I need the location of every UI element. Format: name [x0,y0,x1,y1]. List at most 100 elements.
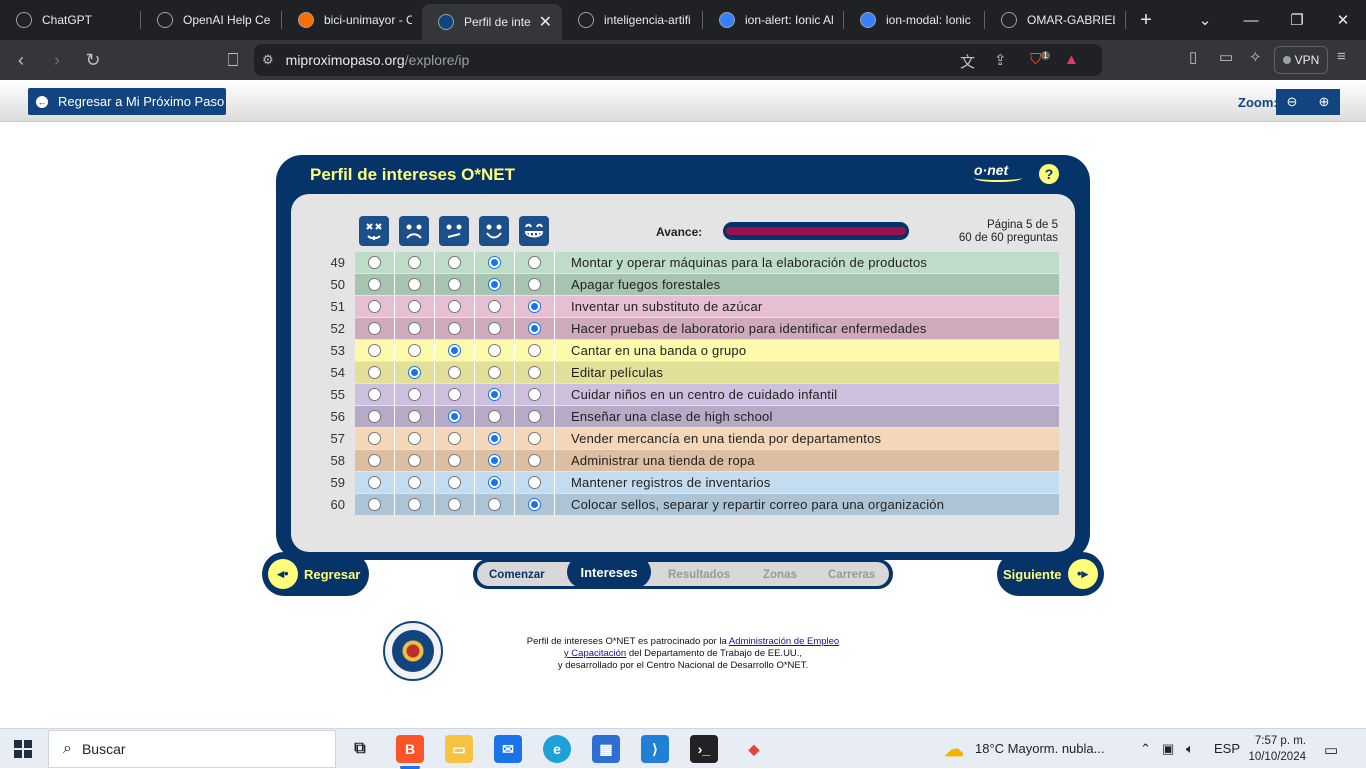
translate-icon[interactable]: 文 [960,51,975,72]
brave-rewards-icon[interactable]: ▲ [1064,51,1079,68]
answer-radio-2[interactable] [408,321,421,335]
browser-tab[interactable]: ion-alert: Ionic Al [703,0,843,40]
browser-tab[interactable]: inteligencia-artifi [562,0,702,40]
system-clock[interactable]: 7:57 p. m. 10/10/2024 [1248,733,1306,765]
answer-radio-1[interactable] [368,343,381,357]
answer-radio-5[interactable] [528,431,541,445]
browser-tab[interactable]: Perfil de inte ✕ [422,4,562,40]
help-button[interactable]: ? [1039,164,1059,184]
answer-radio-1[interactable] [368,321,381,335]
answer-radio-2[interactable] [408,277,421,291]
task-view-icon[interactable]: ⧉ [346,735,374,763]
forward-arrow-icon[interactable]: › [42,50,72,71]
answer-radio-5[interactable] [528,475,541,489]
answer-radio-5[interactable] [528,453,541,467]
terminal-icon[interactable]: ›_ [690,735,718,763]
answer-radio-3[interactable] [448,365,461,379]
answer-radio-1[interactable] [368,453,381,467]
leo-ai-icon[interactable]: ✧ [1249,48,1262,66]
eta-link-part2[interactable]: y Capacitación [564,648,626,659]
back-arrow-icon[interactable]: ‹ [6,50,36,71]
volume-muted-icon[interactable]: 🔈︎ [1186,741,1194,757]
file-explorer-icon[interactable]: ▭ [445,735,473,763]
answer-radio-4[interactable] [488,365,501,379]
browser-tab[interactable]: ion-modal: Ionic [844,0,984,40]
site-info-icon[interactable]: ⚙ [262,52,274,68]
store-icon[interactable]: ▦ [592,735,620,763]
answer-radio-3[interactable] [448,497,461,511]
answer-radio-2[interactable] [408,299,421,313]
answer-radio-4[interactable] [488,409,501,423]
answer-radio-3[interactable] [448,409,461,423]
answer-radio-3[interactable] [448,299,461,313]
answer-radio-2[interactable] [408,255,421,269]
answer-radio-1[interactable] [368,431,381,445]
answer-radio-3[interactable] [448,321,461,335]
bookmark-icon[interactable]: ⎕ [218,50,248,71]
answer-radio-3[interactable] [448,453,461,467]
answer-radio-1[interactable] [368,387,381,401]
back-to-mpp-button[interactable]: ← Regresar a Mi Próximo Paso [28,88,226,115]
answer-radio-4[interactable] [488,343,501,357]
answer-radio-4[interactable] [488,475,501,489]
answer-radio-4[interactable] [488,321,501,335]
restore-icon[interactable]: ❐ [1274,11,1320,29]
answer-radio-4[interactable] [488,431,501,445]
git-icon[interactable]: ◆ [740,735,768,763]
browser-tab[interactable]: OpenAI Help Cen [141,0,281,40]
answer-radio-1[interactable] [368,475,381,489]
answer-radio-3[interactable] [448,343,461,357]
wallet-icon[interactable]: ▭ [1219,48,1233,66]
brave-shields-icon[interactable]: ⛉ 1 [1030,51,1050,68]
answer-radio-2[interactable] [408,387,421,401]
answer-radio-5[interactable] [528,365,541,379]
answer-radio-4[interactable] [488,387,501,401]
brave-browser-icon[interactable]: B [396,735,424,763]
answer-radio-1[interactable] [368,299,381,313]
answer-radio-5[interactable] [528,277,541,291]
answer-radio-4[interactable] [488,299,501,313]
answer-radio-1[interactable] [368,255,381,269]
answer-radio-5[interactable] [528,255,541,269]
close-window-icon[interactable]: ✕ [1320,11,1366,29]
tab-search-icon[interactable]: ⌄ [1182,11,1228,29]
answer-radio-3[interactable] [448,387,461,401]
answer-radio-2[interactable] [408,431,421,445]
browser-tab[interactable]: bici-unimayor - C [282,0,422,40]
taskbar-search[interactable]: ⌕ Buscar [48,730,336,768]
browser-tab[interactable]: OMAR-GABRIEL/ [985,0,1125,40]
next-button[interactable]: Siguiente •▸ [997,552,1104,596]
answer-radio-2[interactable] [408,365,421,379]
answer-radio-4[interactable] [488,453,501,467]
vpn-button[interactable]: VPN [1274,46,1328,74]
answer-radio-3[interactable] [448,277,461,291]
answer-radio-2[interactable] [408,453,421,467]
eta-link-part1[interactable]: Administración de Empleo [729,636,839,647]
answer-radio-3[interactable] [448,255,461,269]
minimize-icon[interactable]: — [1228,12,1274,29]
tray-overflow-icon[interactable]: ⌃ [1140,741,1151,757]
sidebar-toggle-icon[interactable]: ▯ [1189,48,1197,66]
step-start[interactable]: Comenzar [489,569,545,581]
answer-radio-1[interactable] [368,365,381,379]
answer-radio-2[interactable] [408,475,421,489]
answer-radio-5[interactable] [528,321,541,335]
menu-icon[interactable]: ≡ [1337,48,1346,65]
answer-radio-1[interactable] [368,497,381,511]
weather-text[interactable]: 18°C Mayorm. nubla... [975,741,1104,756]
share-icon[interactable]: ⇪ [994,51,1007,69]
reload-icon[interactable]: ↻ [78,50,108,71]
address-bar[interactable]: ⚙ miproximopaso.org/explore/ip 文 ⇪ ⛉ 1 ▲ [254,44,1102,76]
answer-radio-2[interactable] [408,409,421,423]
network-icon[interactable]: ▣ [1162,741,1174,757]
browser-tab[interactable]: ChatGPT [0,0,140,40]
language-indicator[interactable]: ESP [1214,741,1240,756]
close-tab-icon[interactable]: ✕ [539,12,552,32]
answer-radio-5[interactable] [528,299,541,313]
notifications-icon[interactable]: ▭ [1324,741,1338,759]
answer-radio-3[interactable] [448,431,461,445]
vscode-icon[interactable]: ⟩ [641,735,669,763]
answer-radio-5[interactable] [528,409,541,423]
answer-radio-4[interactable] [488,497,501,511]
new-tab-button[interactable]: + [1126,9,1166,32]
